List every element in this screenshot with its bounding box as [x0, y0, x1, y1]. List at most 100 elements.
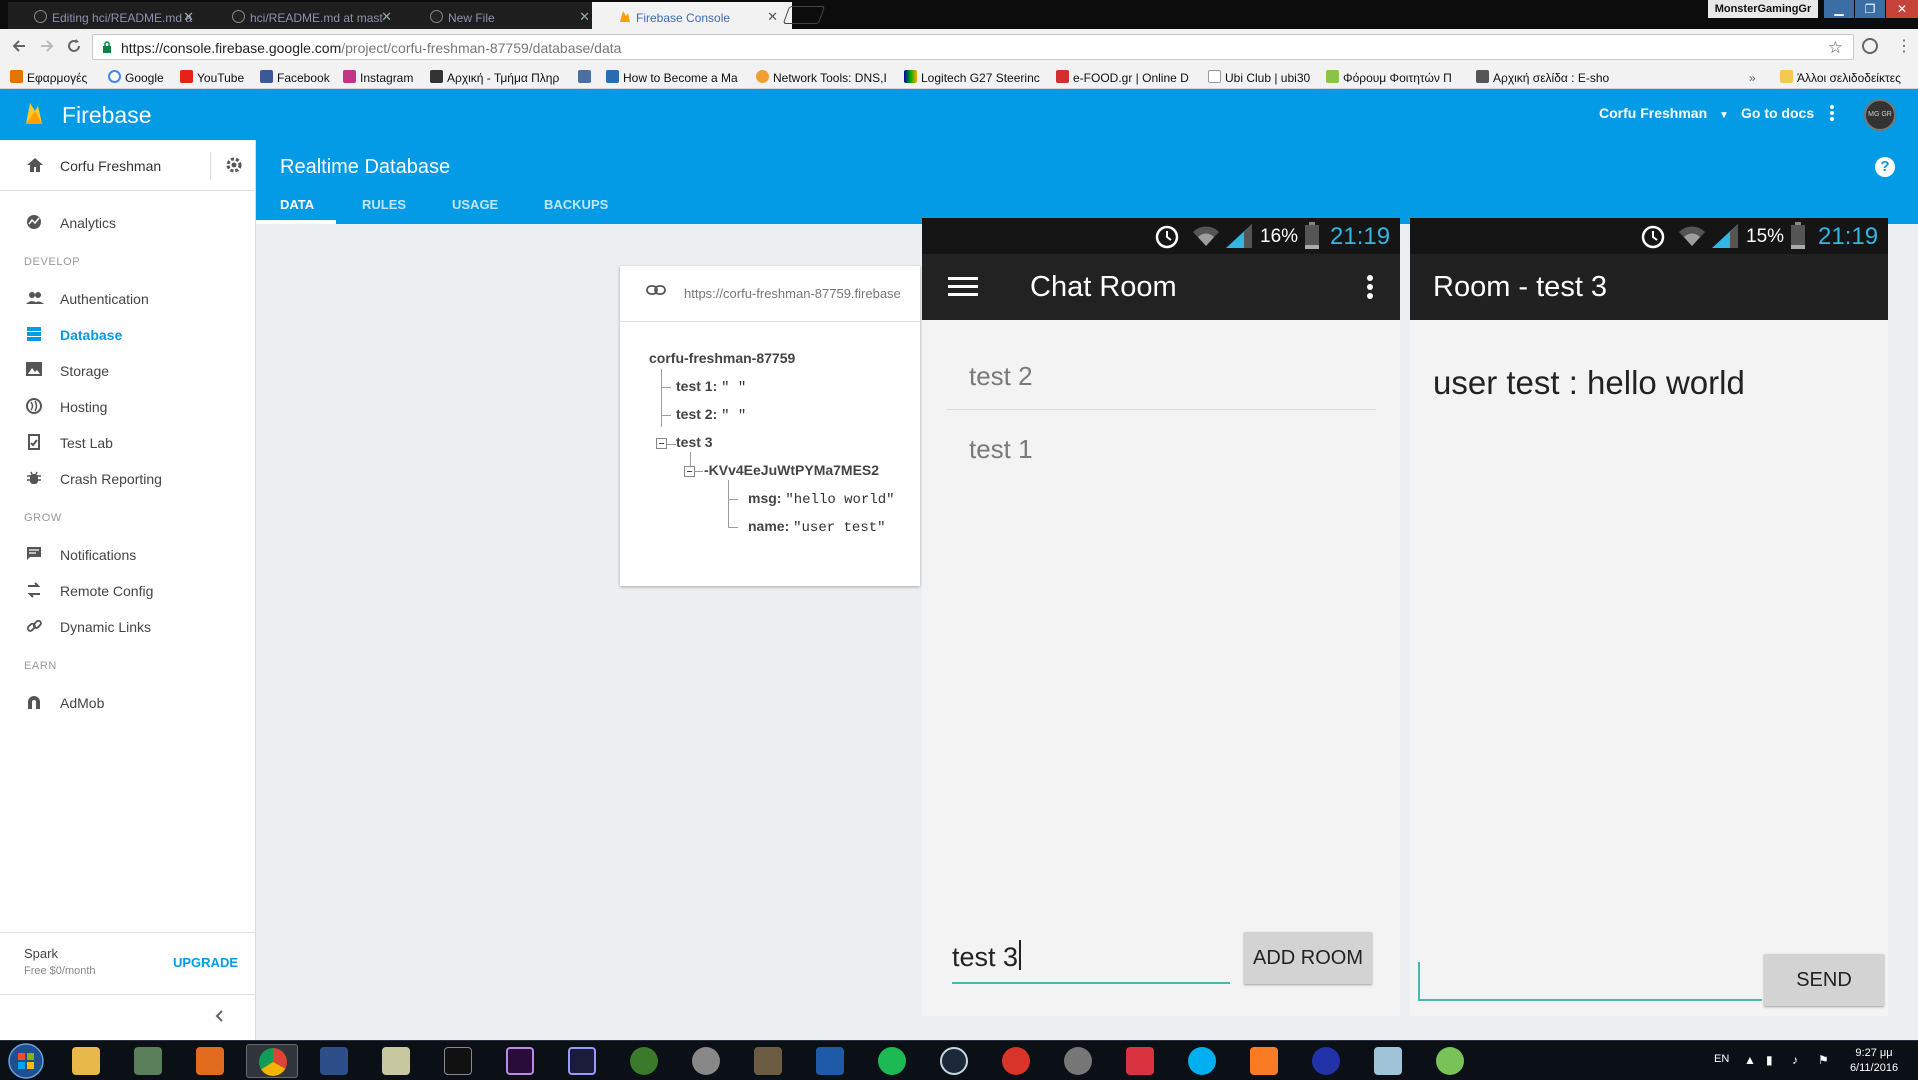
sidebar-project-row[interactable]: Corfu Freshman — [0, 140, 256, 191]
bookmark-item[interactable]: Network Tools: DNS,I — [756, 65, 892, 89]
project-switcher[interactable]: Corfu Freshman ▼ — [1599, 105, 1729, 121]
message-input[interactable] — [1418, 958, 1758, 992]
bookmark-item[interactable]: How to Become a Ma — [606, 65, 744, 89]
sidebar-item-hosting[interactable]: Hosting — [0, 388, 256, 424]
close-icon[interactable]: ✕ — [767, 9, 778, 25]
browser-tab[interactable]: hci/README.md at mast ✕ — [206, 2, 406, 29]
notepad-icon[interactable] — [370, 1044, 422, 1078]
menu-icon[interactable]: ⋮ — [1896, 36, 1912, 56]
close-icon[interactable]: ✕ — [579, 9, 590, 25]
ccleaner-icon[interactable] — [990, 1044, 1042, 1078]
bookmark-star-icon[interactable]: ☆ — [1828, 38, 1843, 58]
bookmark-item[interactable]: Εφαρμογές — [10, 65, 92, 89]
skype-icon[interactable] — [1176, 1044, 1228, 1078]
send-button[interactable]: SEND — [1764, 954, 1884, 1006]
add-room-button[interactable]: ADD ROOM — [1244, 932, 1372, 984]
close-icon[interactable]: ✕ — [381, 9, 392, 25]
after-effects-icon[interactable] — [556, 1044, 608, 1078]
tab-data[interactable]: DATA — [280, 197, 314, 212]
firebase-brand[interactable]: Firebase — [62, 102, 151, 129]
tree-node-test-3[interactable]: test 3 — [676, 434, 713, 450]
bookmark-item[interactable]: Facebook — [260, 65, 334, 89]
gimp-icon[interactable] — [742, 1044, 794, 1078]
overflow-menu-icon[interactable] — [1366, 274, 1374, 300]
database-url[interactable]: https://corfu-freshman-87759.firebase — [684, 286, 901, 301]
start-button[interactable] — [6, 1042, 46, 1080]
browser-tab[interactable]: Editing hci/README.md a ✕ — [8, 2, 208, 29]
spotify-icon[interactable] — [866, 1044, 918, 1078]
user-icon[interactable] — [1052, 1044, 1104, 1078]
extension-icon[interactable] — [1862, 38, 1878, 54]
link-icon[interactable] — [646, 284, 666, 296]
editor-icon[interactable] — [1362, 1044, 1414, 1078]
sidebar-item-crash-reporting[interactable]: Crash Reporting — [0, 460, 256, 496]
reload-icon[interactable] — [65, 37, 83, 55]
collapse-node-icon[interactable] — [684, 466, 695, 477]
browser-tab-active[interactable]: Firebase Console ✕ — [592, 2, 792, 29]
more-bookmarks-icon[interactable]: » — [1749, 65, 1759, 89]
bookmark-item[interactable]: Αρχική - Τμήμα Πληρ — [430, 65, 566, 89]
premiere-icon[interactable] — [494, 1044, 546, 1078]
bookmark-item[interactable]: Google — [108, 65, 172, 89]
tab-usage[interactable]: USAGE — [452, 197, 498, 212]
app-icon[interactable] — [1300, 1044, 1352, 1078]
back-icon[interactable] — [10, 37, 28, 55]
android-studio-icon[interactable] — [1424, 1044, 1476, 1078]
media-player-icon[interactable] — [184, 1044, 236, 1078]
sidebar-item-admob[interactable]: AdMob — [0, 684, 256, 720]
hamburger-menu-icon[interactable] — [948, 276, 978, 298]
explorer-icon[interactable] — [60, 1044, 112, 1078]
tree-node-test-1[interactable]: test 1: " " — [676, 378, 746, 396]
tree-root[interactable]: corfu-freshman-87759 — [649, 350, 795, 366]
tree-node-msg[interactable]: msg: "hello world" — [748, 490, 895, 508]
bookmark-item[interactable]: e-FOOD.gr | Online D — [1056, 65, 1190, 89]
bookmark-item[interactable]: Φόρουμ Φοιτητών Π — [1326, 65, 1462, 89]
bookmark-item[interactable] — [578, 65, 596, 89]
clock[interactable]: 9:27 μμ 6/11/2016 — [1842, 1046, 1906, 1076]
sidebar-item-storage[interactable]: Storage — [0, 352, 256, 388]
close-icon[interactable]: ✕ — [183, 9, 194, 25]
sidebar-item-analytics[interactable]: Analytics — [0, 204, 256, 240]
new-tab-button[interactable] — [782, 6, 826, 24]
network-icon[interactable]: ▮ — [1766, 1053, 1773, 1067]
collapse-node-icon[interactable] — [656, 438, 667, 449]
tab-rules[interactable]: RULES — [362, 197, 406, 212]
sidebar-item-test-lab[interactable]: Test Lab — [0, 424, 256, 460]
sidebar-item-dynamic-links[interactable]: Dynamic Links — [0, 608, 256, 644]
steam-icon[interactable] — [928, 1044, 980, 1078]
room-name-input[interactable]: test 3 — [952, 940, 1022, 973]
avatar[interactable]: MG GR — [1864, 99, 1896, 131]
go-to-docs-link[interactable]: Go to docs — [1741, 105, 1814, 121]
bookmark-item[interactable]: Instagram — [343, 65, 421, 89]
dev-cpp-icon[interactable] — [308, 1044, 360, 1078]
browser-tab[interactable]: New File ✕ — [404, 2, 604, 29]
tree-node-name[interactable]: name: "user test" — [748, 518, 886, 536]
room-list-item[interactable]: test 2 — [946, 338, 1376, 410]
cmd-icon[interactable] — [432, 1044, 484, 1078]
room-list-item[interactable]: test 1 — [946, 411, 1376, 483]
settings-gear-icon[interactable] — [680, 1044, 732, 1078]
collapse-sidebar-button[interactable] — [0, 994, 256, 1040]
device-manager-icon[interactable] — [122, 1044, 174, 1078]
minimize-icon[interactable]: ▁ — [1824, 0, 1854, 18]
bookmark-item[interactable]: Logitech G27 Steerinc — [904, 65, 1044, 89]
firebase-logo-icon[interactable] — [24, 101, 44, 127]
tray-expand-icon[interactable]: ▲ — [1744, 1053, 1756, 1067]
volume-icon[interactable]: ♪ — [1792, 1053, 1798, 1067]
sidebar-item-authentication[interactable]: Authentication — [0, 280, 256, 316]
help-icon[interactable]: ? — [1875, 157, 1895, 177]
window-close-icon[interactable]: ✕ — [1886, 0, 1918, 18]
game-icon[interactable] — [618, 1044, 670, 1078]
address-bar[interactable]: https://console.firebase.google.com/proj… — [92, 34, 1854, 60]
forward-icon[interactable] — [38, 37, 56, 55]
virtualbox-icon[interactable] — [804, 1044, 856, 1078]
bookmark-item[interactable]: YouTube — [180, 65, 252, 89]
sidebar-item-remote-config[interactable]: Remote Config — [0, 572, 256, 608]
popcorn-icon[interactable] — [1114, 1044, 1166, 1078]
sidebar-item-database[interactable]: Database — [0, 316, 256, 352]
sidebar-item-notifications[interactable]: Notifications — [0, 536, 256, 572]
language-indicator[interactable]: EN — [1714, 1053, 1729, 1065]
tab-backups[interactable]: BACKUPS — [544, 197, 608, 212]
bookmark-item[interactable]: Ubi Club | ubi30 — [1208, 65, 1318, 89]
restore-icon[interactable]: ❐ — [1855, 0, 1885, 18]
